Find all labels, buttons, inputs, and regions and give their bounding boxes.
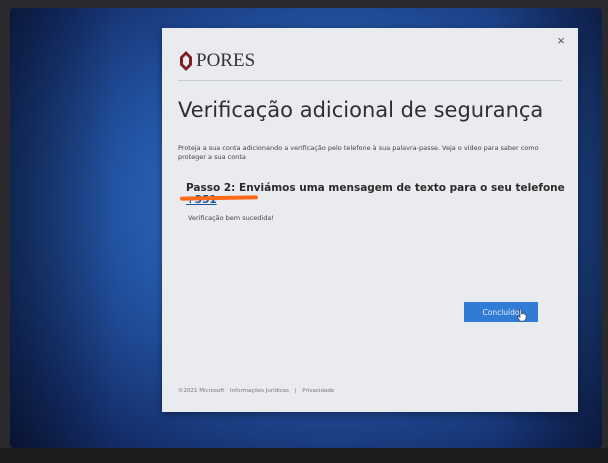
privacy-link[interactable]: Privacidade: [302, 388, 334, 394]
verification-dialog: × PORES Verificação adicional de seguran…: [162, 28, 578, 412]
close-icon[interactable]: ×: [554, 34, 568, 48]
header-divider: [178, 80, 562, 81]
logo-text: PORES: [196, 50, 256, 71]
copyright-text: ©2021 Microsoft: [178, 388, 225, 394]
description-text: Proteja a sua conta adicionando a verifi…: [178, 144, 564, 162]
logo-mark-icon: [180, 51, 192, 71]
page-title: Verificação adicional de segurança: [178, 98, 544, 122]
description-body: Proteja a sua conta adicionando a verifi…: [178, 144, 539, 161]
dialog-footer: ©2021 Microsoft Informações Jurídicas | …: [178, 388, 338, 394]
legal-link[interactable]: Informações Jurídicas: [230, 388, 289, 394]
footer-separator: |: [294, 388, 297, 394]
monitor-bezel-bottom: [0, 448, 608, 463]
success-message: Verificação bem sucedida!: [188, 214, 274, 222]
hand-cursor-icon: [516, 308, 528, 322]
company-logo: PORES: [178, 48, 255, 74]
step-text: Passo 2: Enviámos uma mensagem de texto …: [186, 182, 565, 194]
step-heading: Passo 2: Enviámos uma mensagem de texto …: [186, 182, 578, 206]
